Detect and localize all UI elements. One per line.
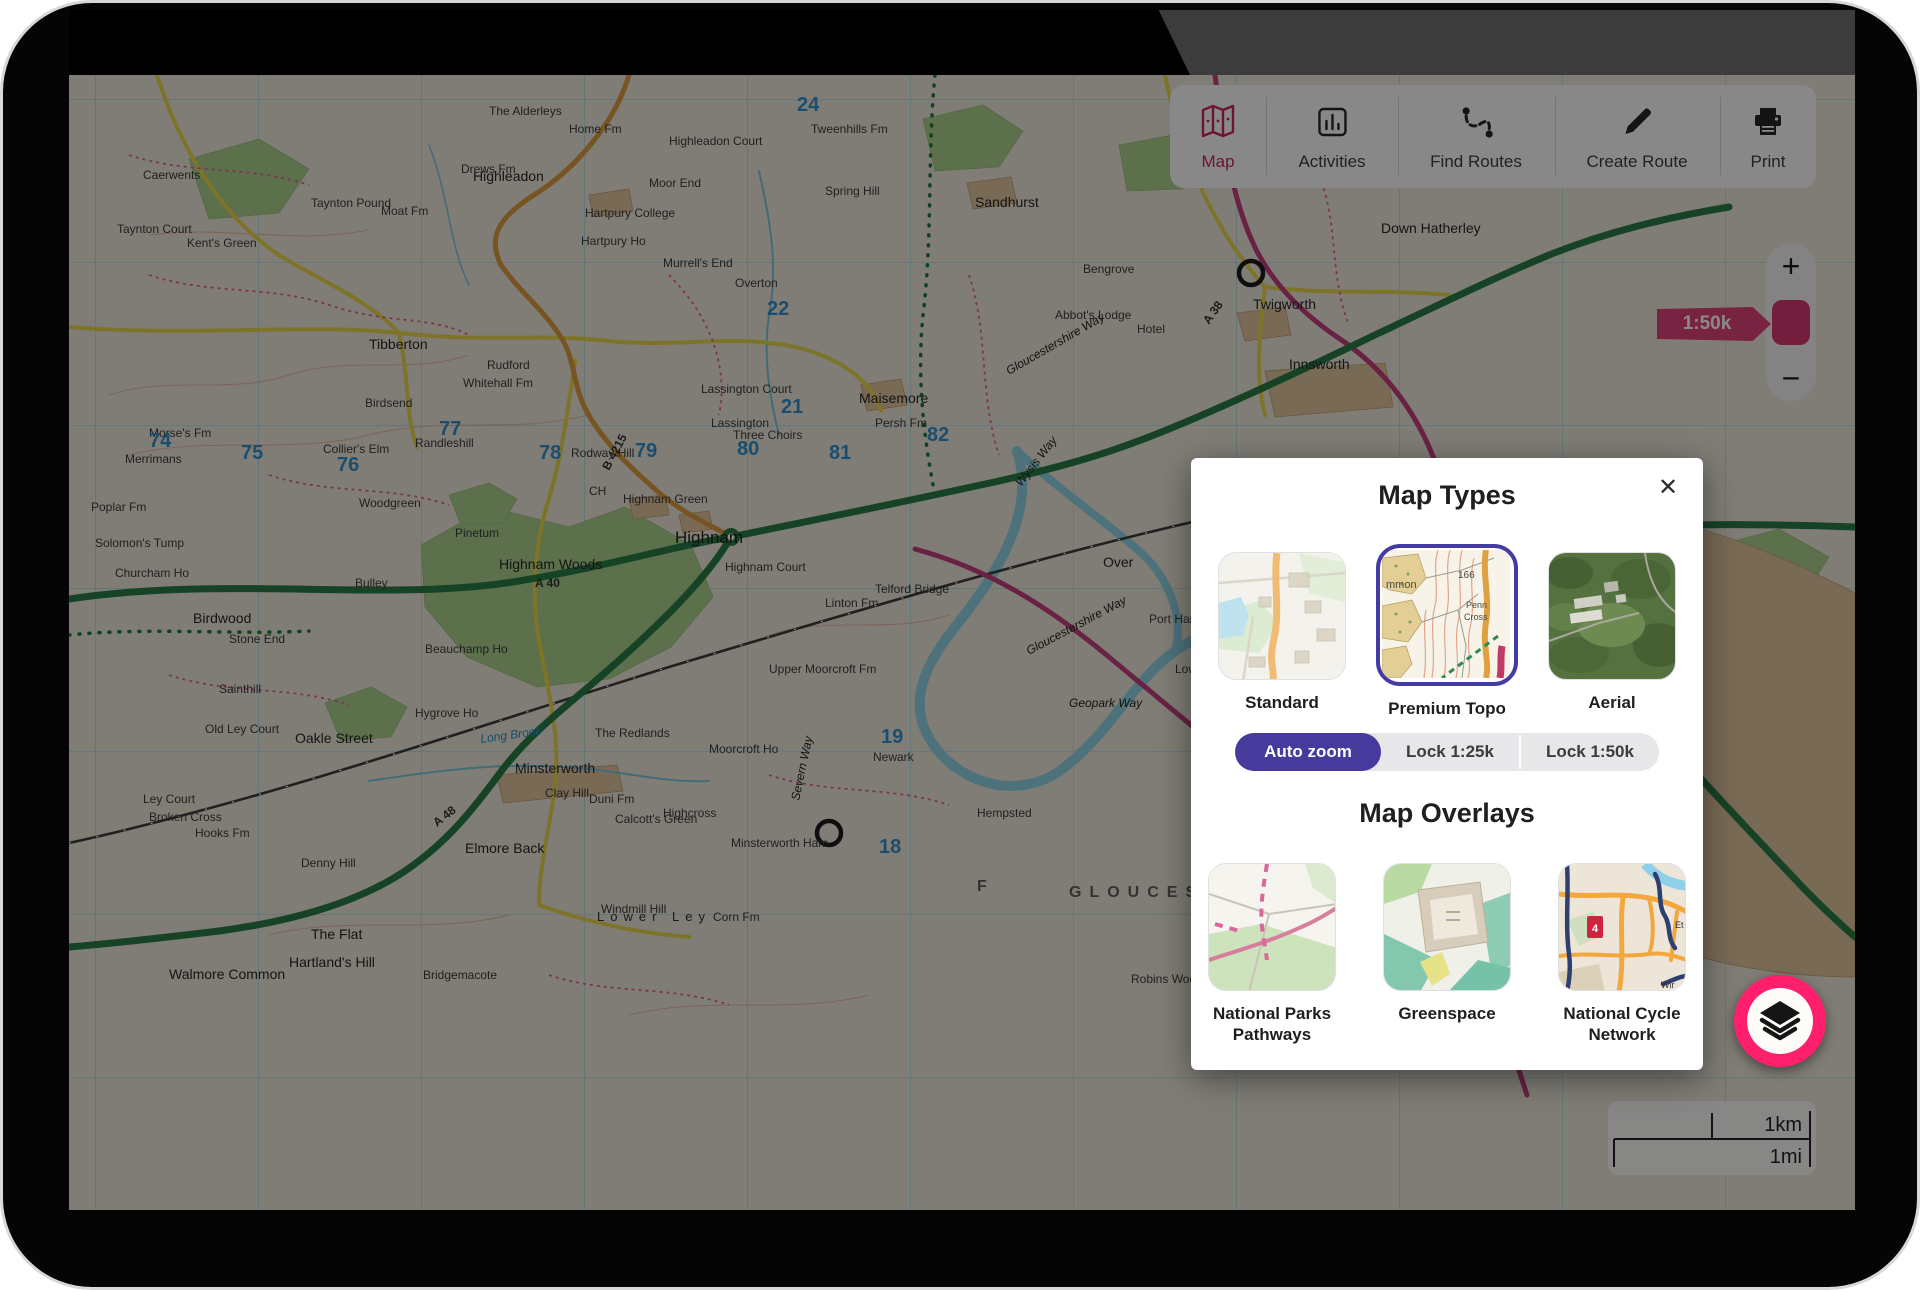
zoom-lock-segmented-control: Auto zoom Lock 1:25k Lock 1:50k [1235, 733, 1659, 771]
overlay-greenspace-label: Greenspace [1398, 1004, 1495, 1025]
overlay-national-parks-pathways[interactable]: National Parks Pathways [1197, 863, 1347, 1045]
bezel-wedge [69, 10, 1190, 75]
national-cycle-network-thumbnail: 4 Et Wir [1558, 863, 1686, 991]
map-type-premium-topo[interactable]: mmon 166 Penn Cross Premium Topo [1376, 544, 1518, 720]
greenspace-thumbnail [1383, 863, 1511, 991]
screenshot-stage: CaerwentsKent's GreenTaynton PoundTaynto… [0, 0, 1920, 1290]
map-type-standard-label: Standard [1245, 693, 1319, 714]
map-type-premium-topo-label: Premium Topo [1388, 699, 1506, 720]
app-screen: CaerwentsKent's GreenTaynton PoundTaynto… [69, 10, 1855, 1210]
zoom-lock-25k[interactable]: Lock 1:25k [1381, 733, 1519, 771]
thumb-text: Wir [1661, 980, 1675, 990]
premium-topo-thumbnail: mmon 166 Penn Cross [1376, 544, 1518, 686]
national-parks-pathways-thumbnail [1208, 863, 1336, 991]
zoom-lock-50k[interactable]: Lock 1:50k [1521, 733, 1659, 771]
overlay-cards: National Parks Pathways [1191, 863, 1703, 1045]
zoom-lock-auto[interactable]: Auto zoom [1235, 733, 1381, 771]
thumb-text: Penn [1466, 600, 1487, 610]
thumb-text: 4 [1592, 923, 1599, 935]
map-types-dialog: ✕ Map Types [1191, 458, 1703, 1070]
thumb-text: Et [1675, 920, 1684, 930]
map-type-aerial-label: Aerial [1588, 693, 1635, 714]
map-type-cards: Standard [1191, 544, 1703, 720]
dialog-title: Map Types [1191, 480, 1703, 511]
aerial-thumbnail [1548, 552, 1676, 680]
map-type-standard[interactable]: Standard [1218, 544, 1346, 714]
standard-thumbnail [1218, 552, 1346, 680]
thumb-text: Cross [1464, 612, 1488, 622]
overlay-national-cycle-network-label: National Cycle Network [1547, 1004, 1697, 1045]
overlay-greenspace[interactable]: Greenspace [1383, 863, 1511, 1025]
layers-fab-button[interactable] [1734, 975, 1826, 1067]
tablet-device-frame: CaerwentsKent's GreenTaynton PoundTaynto… [0, 0, 1920, 1290]
overlays-title: Map Overlays [1191, 798, 1703, 829]
map-type-aerial[interactable]: Aerial [1548, 544, 1676, 714]
thumb-text: mmon [1386, 579, 1417, 591]
overlay-national-parks-pathways-label: National Parks Pathways [1197, 1004, 1347, 1045]
layers-icon [1747, 988, 1813, 1054]
overlay-national-cycle-network[interactable]: 4 Et Wir National Cycle Network [1547, 863, 1697, 1045]
thumb-text: 166 [1458, 570, 1475, 581]
